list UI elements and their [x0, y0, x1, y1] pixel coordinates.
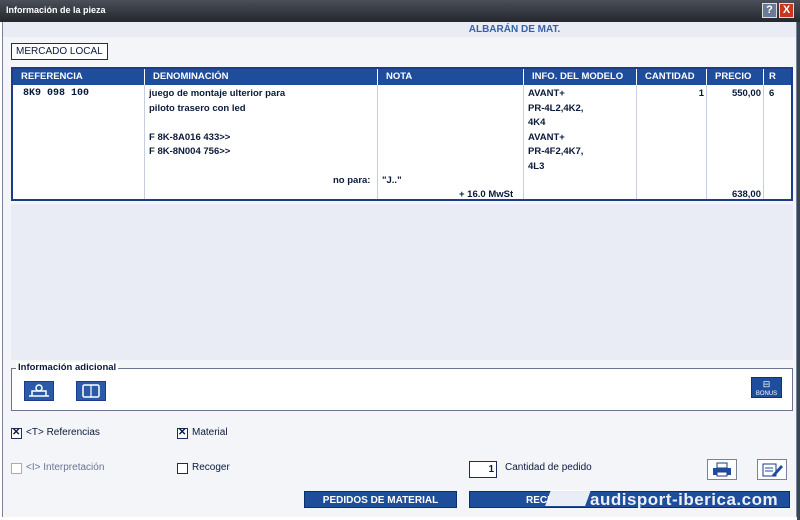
- cell-price: 550,00: [731, 88, 761, 99]
- order-quantity-label: Cantidad de pedido: [505, 462, 592, 473]
- help-icon[interactable]: ?: [762, 3, 777, 18]
- cell-reference: 8K9 098 100: [23, 88, 90, 99]
- title-bar: Información de la pieza ? X: [0, 0, 800, 22]
- edit-icon[interactable]: [757, 459, 787, 480]
- cell-note-label: no para:: [333, 175, 371, 186]
- cell-model-4: AVANT+: [528, 131, 565, 143]
- document-type: ALBARÁN DE MAT.: [3, 22, 796, 37]
- recoger-label: Recoger: [192, 462, 230, 473]
- col-header-referencia[interactable]: REFERENCIA: [13, 69, 145, 85]
- cell-description-2: piloto trasero con led: [149, 102, 246, 114]
- dialog-body: ALBARÁN DE MAT. MERCADO LOCAL REFERENCIA…: [2, 22, 797, 517]
- material-checkbox[interactable]: [177, 427, 188, 439]
- material-label: Material: [192, 427, 228, 438]
- cell-r: 6: [769, 88, 775, 99]
- interpretacion-label: <I> Interpretación: [26, 462, 105, 473]
- col-header-precio[interactable]: PRECIO: [707, 69, 764, 85]
- window-title: Información de la pieza: [6, 5, 106, 15]
- interpretacion-checkbox[interactable]: [11, 463, 22, 474]
- cell-description-1: juego de montaje ulterior para: [149, 88, 286, 99]
- empty-list-area: [11, 204, 793, 360]
- table-header: REFERENCIA DENOMINACIÓN NOTA INFO. DEL M…: [13, 69, 791, 85]
- col-header-cantidad[interactable]: CANTIDAD: [637, 69, 707, 85]
- col-header-nota[interactable]: NOTA: [378, 69, 524, 85]
- pedidos-material-button[interactable]: PEDIDOS DE MATERIAL: [304, 491, 457, 508]
- watermark: audisport-iberica.com: [590, 490, 779, 509]
- col-header-denominacion[interactable]: DENOMINACIÓN: [145, 69, 378, 85]
- referencias-label: <T> Referencias: [26, 427, 100, 438]
- cell-description-4: F 8K-8A016 433>>: [149, 131, 231, 143]
- additional-info-group: Información adicional ⊟ BONUS: [11, 362, 793, 411]
- additional-info-legend: Información adicional: [16, 362, 119, 373]
- local-market-button[interactable]: MERCADO LOCAL: [11, 43, 108, 60]
- parts-table: REFERENCIA DENOMINACIÓN NOTA INFO. DEL M…: [11, 67, 793, 201]
- referencias-checkbox[interactable]: [11, 427, 22, 439]
- cell-total: 638,00: [731, 189, 761, 200]
- parts-icon[interactable]: [24, 381, 54, 401]
- bonus-icon[interactable]: ⊟ BONUS: [751, 377, 782, 398]
- watermark-logo: [545, 490, 591, 506]
- cell-quantity: 1: [698, 88, 704, 99]
- cell-model-5: PR-4F2,4K7,: [528, 146, 584, 157]
- cell-model-2: PR-4L2,4K2,: [528, 102, 584, 114]
- cell-note-value: "J..": [382, 175, 402, 186]
- recoger-checkbox[interactable]: [177, 463, 188, 474]
- cell-description-5: F 8K-8N004 756>>: [149, 146, 231, 157]
- bonus-label: BONUS: [755, 391, 778, 397]
- close-icon[interactable]: X: [779, 3, 794, 18]
- col-header-r[interactable]: R: [764, 69, 791, 85]
- cell-tax: + 16.0 MwSt: [459, 189, 514, 200]
- cell-model-6: 4L3: [528, 160, 545, 172]
- book-icon[interactable]: [76, 381, 106, 401]
- cell-model-3: 4K4: [528, 117, 546, 128]
- order-quantity-input[interactable]: 1: [469, 461, 497, 478]
- col-header-info-modelo[interactable]: INFO. DEL MODELO: [524, 69, 637, 85]
- cell-model-1: AVANT+: [528, 88, 565, 99]
- printer-icon[interactable]: [707, 459, 737, 480]
